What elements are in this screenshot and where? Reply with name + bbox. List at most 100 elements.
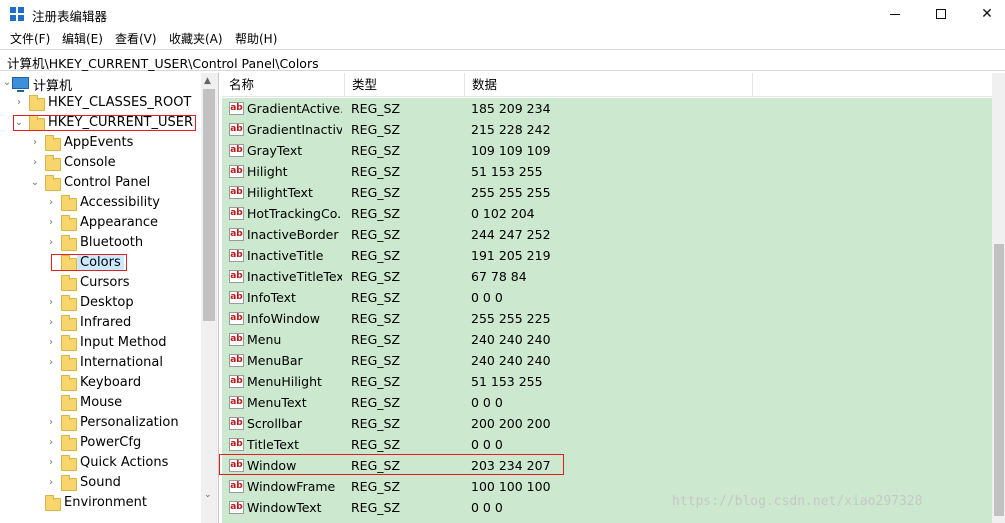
value-row[interactable]: ab MenuBar REG_SZ 240 240 240 [222,350,992,371]
folder-icon [61,335,77,351]
tree-item-console[interactable]: › Console [0,153,200,173]
tree-item-cursors[interactable]: Cursors [0,273,200,293]
folder-icon [61,235,77,251]
list-header: 名称 类型 数据 [222,73,1005,97]
value-row[interactable]: ab GradientInactiv... REG_SZ 215 228 242 [222,119,992,140]
tree-item-mouse[interactable]: Mouse [0,393,200,413]
value-type: REG_SZ [351,395,401,410]
value-row[interactable]: ab MenuText REG_SZ 0 0 0 [222,392,992,413]
maximize-icon [936,9,946,19]
expand-icon[interactable]: › [14,98,24,108]
expand-icon[interactable]: › [30,158,40,168]
value-type: REG_SZ [351,332,401,347]
tree-item-powercfg[interactable]: › PowerCfg [0,433,200,453]
menu-bar: 文件(F) 编辑(E) 查看(V) 收藏夹(A) 帮助(H) [0,28,1005,48]
folder-icon [61,475,77,491]
value-row[interactable]: ab TitleText REG_SZ 0 0 0 [222,434,992,455]
menu-file[interactable]: 文件(F) [10,30,50,47]
collapse-icon[interactable]: ⌄ [30,178,40,188]
expand-icon[interactable]: › [30,138,40,148]
tree-label: Bluetooth [80,235,144,250]
expand-icon[interactable]: › [46,238,56,248]
values-list[interactable]: 名称 类型 数据 ab GradientActive... REG_SZ 185… [219,73,1005,523]
tree-item-accessibility[interactable]: › Accessibility [0,193,200,213]
scroll-down-icon[interactable]: ⌄ [204,490,212,500]
expand-icon[interactable]: › [46,418,56,428]
expand-icon[interactable]: › [46,438,56,448]
value-row[interactable]: ab InactiveTitle REG_SZ 191 205 219 [222,245,992,266]
collapse-icon[interactable]: ⌄ [2,78,12,88]
expand-icon[interactable]: › [46,298,56,308]
tree-item-environment[interactable]: Environment [0,493,200,513]
string-value-icon: ab [229,417,244,430]
value-data: 0 0 0 [471,395,503,410]
value-type: REG_SZ [351,269,401,284]
tree-item-appearance[interactable]: › Appearance [0,213,200,233]
column-name[interactable]: 名称 [222,73,345,97]
tree-item-infrared[interactable]: › Infrared [0,313,200,333]
minimize-button[interactable] [872,0,918,28]
value-row[interactable]: ab InactiveTitleText REG_SZ 67 78 84 [222,266,992,287]
close-button[interactable]: ✕ [964,0,1005,28]
maximize-button[interactable] [918,0,964,28]
tree-item-international[interactable]: › International [0,353,200,373]
tree-item-sound[interactable]: › Sound [0,473,200,493]
folder-icon [61,395,77,411]
tree-root[interactable]: ⌄ 计算机 [0,73,200,94]
list-scroll-thumb[interactable] [994,244,1004,516]
expand-icon[interactable]: › [46,358,56,368]
expand-icon[interactable]: › [46,198,56,208]
tree-scroll-thumb[interactable] [203,89,215,321]
expand-icon[interactable]: › [46,318,56,328]
expand-icon[interactable]: › [46,458,56,468]
folder-icon [61,315,77,331]
tree-item-hkcr[interactable]: › HKEY_CLASSES_ROOT [0,93,200,113]
value-name: Hilight [247,164,288,179]
expand-icon[interactable]: › [46,218,56,228]
value-row[interactable]: ab Menu REG_SZ 240 240 240 [222,329,992,350]
column-type[interactable]: 类型 [345,73,465,97]
tree-item-keyboard[interactable]: Keyboard [0,373,200,393]
scroll-up-icon[interactable]: ▲ [204,76,211,86]
menu-view[interactable]: 查看(V) [115,30,157,47]
key-tree[interactable]: ⌄ 计算机 › HKEY_CLASSES_ROOT ⌄ HKEY_CURRENT… [0,73,219,523]
expand-icon[interactable]: › [46,338,56,348]
value-row-window[interactable]: ab Window REG_SZ 203 234 207 [219,454,992,476]
value-row[interactable]: ab MenuHilight REG_SZ 51 153 255 [222,371,992,392]
tree-label: Infrared [80,315,132,330]
computer-icon [12,77,29,92]
tree-item-appevents[interactable]: › AppEvents [0,133,200,153]
value-row[interactable]: ab HotTrackingCo... REG_SZ 0 102 204 [222,203,992,224]
value-row[interactable]: ab InactiveBorder REG_SZ 244 247 252 [222,224,992,245]
column-data[interactable]: 数据 [465,73,753,97]
value-type: REG_SZ [351,227,401,242]
tree-item-personalization[interactable]: › Personalization [0,413,200,433]
address-path[interactable]: 计算机\HKEY_CURRENT_USER\Control Panel\Colo… [7,53,319,72]
value-row[interactable]: ab GradientActive... REG_SZ 185 209 234 [222,98,992,119]
value-row[interactable]: ab GrayText REG_SZ 109 109 109 [222,140,992,161]
tree-item-input-method[interactable]: › Input Method [0,333,200,353]
menu-favorites[interactable]: 收藏夹(A) [169,30,223,47]
value-row[interactable]: ab Hilight REG_SZ 51 153 255 [222,161,992,182]
value-type: REG_SZ [351,248,401,263]
value-data: 215 228 242 [471,122,551,137]
value-row[interactable]: ab Scrollbar REG_SZ 200 200 200 [222,413,992,434]
value-name: MenuHilight [247,374,322,389]
tree-item-quick-actions[interactable]: › Quick Actions [0,453,200,473]
string-value-icon: ab [229,165,244,178]
menu-help[interactable]: 帮助(H) [235,30,277,47]
value-row[interactable]: ab InfoText REG_SZ 0 0 0 [222,287,992,308]
value-type: REG_SZ [351,290,401,305]
tree-label: AppEvents [64,135,134,150]
value-row[interactable]: ab InfoWindow REG_SZ 255 255 225 [222,308,992,329]
address-bar[interactable]: 计算机\HKEY_CURRENT_USER\Control Panel\Colo… [0,49,1005,71]
tree-item-desktop[interactable]: › Desktop [0,293,200,313]
menu-edit[interactable]: 编辑(E) [62,30,103,47]
tree-item-control-panel[interactable]: ⌄ Control Panel [0,173,200,193]
expand-icon[interactable]: › [46,478,56,488]
tree-item-bluetooth[interactable]: › Bluetooth [0,233,200,253]
value-type: REG_SZ [351,185,401,200]
value-row[interactable]: ab HilightText REG_SZ 255 255 255 [222,182,992,203]
value-type: REG_SZ [351,143,401,158]
folder-icon [61,355,77,371]
